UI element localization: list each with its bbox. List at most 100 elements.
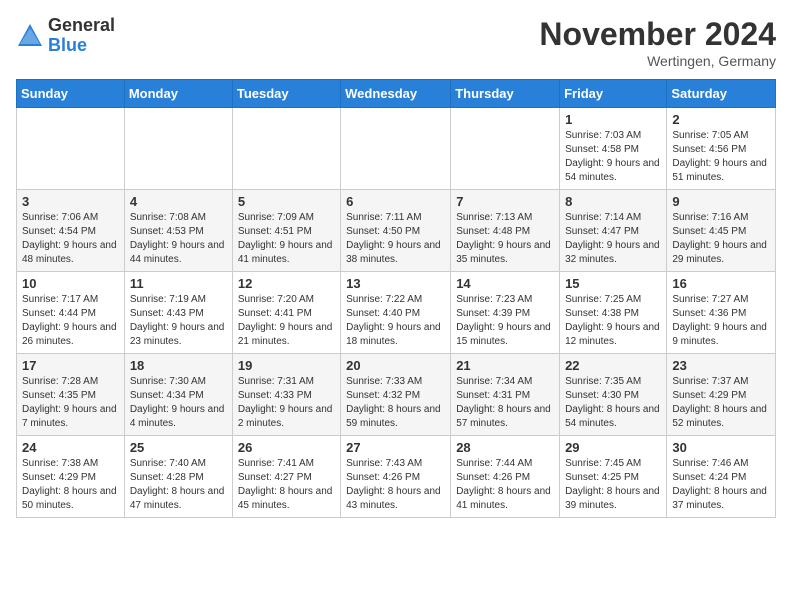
day-number: 4 (130, 194, 227, 209)
table-row: 19 Sunrise: 7:31 AM Sunset: 4:33 PM Dayli… (232, 354, 340, 436)
header-sunday: Sunday (17, 80, 125, 108)
table-row: 21Sunrise: 7:34 AM Sunset: 4:31 PM Dayli… (451, 354, 560, 436)
day-info: Sunrise: 7:08 AM Sunset: 4:53 PM Dayligh… (130, 211, 227, 267)
table-row: 26 Sunrise: 7:41 AM Sunset: 4:27 PM Dayli… (232, 436, 340, 518)
day-number: 7 (456, 194, 554, 209)
day-info: Sunrise: 7:23 AM Sunset: 4:39 PM Dayligh… (456, 293, 554, 349)
weekday-header-row: Sunday Monday Tuesday Wednesday Thursday… (17, 80, 776, 108)
header-wednesday: Wednesday (341, 80, 451, 108)
logo-icon (16, 22, 44, 50)
day-number: 17 (22, 358, 119, 373)
day-number: 21 (456, 358, 554, 373)
table-row: 10 Sunrise: 7:17 AM Sunset: 4:44 PM Dayli… (17, 272, 125, 354)
location-label: Wertingen, Germany (539, 53, 776, 69)
day-number: 11 (130, 276, 227, 291)
day-info: Sunrise: 7:38 AM Sunset: 4:29 PM Dayligh… (22, 457, 119, 513)
table-row: 8 Sunrise: 7:14 AM Sunset: 4:47 PM Daylig… (560, 190, 667, 272)
day-info: Sunrise: 7:44 AM Sunset: 4:26 PM Dayligh… (456, 457, 554, 513)
logo-text: General Blue (48, 16, 115, 56)
day-info: Sunrise: 7:33 AM Sunset: 4:32 PM Dayligh… (346, 375, 445, 431)
table-row: 27 Sunrise: 7:43 AM Sunset: 4:26 PM Dayli… (341, 436, 451, 518)
day-info: Sunrise: 7:03 AM Sunset: 4:58 PM Dayligh… (565, 129, 661, 185)
header-saturday: Saturday (667, 80, 776, 108)
day-number: 25 (130, 440, 227, 455)
day-number: 8 (565, 194, 661, 209)
table-row: 22Sunrise: 7:35 AM Sunset: 4:30 PM Dayli… (560, 354, 667, 436)
day-number: 27 (346, 440, 445, 455)
day-info: Sunrise: 7:06 AM Sunset: 4:54 PM Dayligh… (22, 211, 119, 267)
day-number: 24 (22, 440, 119, 455)
day-info: Sunrise: 7:30 AM Sunset: 4:34 PM Dayligh… (130, 375, 227, 431)
day-number: 2 (672, 112, 770, 127)
table-row: 13Sunrise: 7:22 AM Sunset: 4:40 PM Dayli… (341, 272, 451, 354)
day-info: Sunrise: 7:13 AM Sunset: 4:48 PM Dayligh… (456, 211, 554, 267)
day-info: Sunrise: 7:43 AM Sunset: 4:26 PM Dayligh… (346, 457, 445, 513)
title-block: November 2024 Wertingen, Germany (539, 16, 776, 69)
table-row: 11 Sunrise: 7:19 AM Sunset: 4:43 PM Dayli… (124, 272, 232, 354)
table-row: 7 Sunrise: 7:13 AM Sunset: 4:48 PM Daylig… (451, 190, 560, 272)
day-number: 3 (22, 194, 119, 209)
day-info: Sunrise: 7:09 AM Sunset: 4:51 PM Dayligh… (238, 211, 335, 267)
table-row: 30 Sunrise: 7:46 AM Sunset: 4:24 PM Dayli… (667, 436, 776, 518)
calendar-week-row: 3 Sunrise: 7:06 AM Sunset: 4:54 PM Daylig… (17, 190, 776, 272)
day-number: 6 (346, 194, 445, 209)
day-number: 28 (456, 440, 554, 455)
day-info: Sunrise: 7:05 AM Sunset: 4:56 PM Dayligh… (672, 129, 770, 185)
header-thursday: Thursday (451, 80, 560, 108)
day-number: 9 (672, 194, 770, 209)
table-row (451, 108, 560, 190)
table-row (232, 108, 340, 190)
day-info: Sunrise: 7:27 AM Sunset: 4:36 PM Dayligh… (672, 293, 770, 349)
table-row: 14 Sunrise: 7:23 AM Sunset: 4:39 PM Dayli… (451, 272, 560, 354)
table-row: 20Sunrise: 7:33 AM Sunset: 4:32 PM Dayli… (341, 354, 451, 436)
day-info: Sunrise: 7:16 AM Sunset: 4:45 PM Dayligh… (672, 211, 770, 267)
header-tuesday: Tuesday (232, 80, 340, 108)
day-info: Sunrise: 7:22 AM Sunset: 4:40 PM Dayligh… (346, 293, 445, 349)
day-number: 18 (130, 358, 227, 373)
day-info: Sunrise: 7:17 AM Sunset: 4:44 PM Dayligh… (22, 293, 119, 349)
day-info: Sunrise: 7:25 AM Sunset: 4:38 PM Dayligh… (565, 293, 661, 349)
day-number: 15 (565, 276, 661, 291)
day-number: 14 (456, 276, 554, 291)
logo: General Blue (16, 16, 115, 56)
table-row: 23Sunrise: 7:37 AM Sunset: 4:29 PM Dayli… (667, 354, 776, 436)
table-row (341, 108, 451, 190)
table-row: 17 Sunrise: 7:28 AM Sunset: 4:35 PM Dayli… (17, 354, 125, 436)
logo-blue-label: Blue (48, 36, 115, 56)
table-row: 18 Sunrise: 7:30 AM Sunset: 4:34 PM Dayli… (124, 354, 232, 436)
table-row: 2 Sunrise: 7:05 AM Sunset: 4:56 PM Daylig… (667, 108, 776, 190)
table-row: 12Sunrise: 7:20 AM Sunset: 4:41 PM Dayli… (232, 272, 340, 354)
header-friday: Friday (560, 80, 667, 108)
day-info: Sunrise: 7:41 AM Sunset: 4:27 PM Dayligh… (238, 457, 335, 513)
day-info: Sunrise: 7:19 AM Sunset: 4:43 PM Dayligh… (130, 293, 227, 349)
day-number: 19 (238, 358, 335, 373)
table-row: 28 Sunrise: 7:44 AM Sunset: 4:26 PM Dayli… (451, 436, 560, 518)
calendar-week-row: 10 Sunrise: 7:17 AM Sunset: 4:44 PM Dayli… (17, 272, 776, 354)
table-row: 25 Sunrise: 7:40 AM Sunset: 4:28 PM Dayli… (124, 436, 232, 518)
day-number: 30 (672, 440, 770, 455)
table-row: 5Sunrise: 7:09 AM Sunset: 4:51 PM Daylig… (232, 190, 340, 272)
table-row: 15 Sunrise: 7:25 AM Sunset: 4:38 PM Dayli… (560, 272, 667, 354)
day-info: Sunrise: 7:28 AM Sunset: 4:35 PM Dayligh… (22, 375, 119, 431)
table-row (124, 108, 232, 190)
calendar-table: Sunday Monday Tuesday Wednesday Thursday… (16, 79, 776, 518)
table-row: 6Sunrise: 7:11 AM Sunset: 4:50 PM Daylig… (341, 190, 451, 272)
table-row: 24 Sunrise: 7:38 AM Sunset: 4:29 PM Dayli… (17, 436, 125, 518)
day-info: Sunrise: 7:40 AM Sunset: 4:28 PM Dayligh… (130, 457, 227, 513)
calendar-week-row: 24 Sunrise: 7:38 AM Sunset: 4:29 PM Dayli… (17, 436, 776, 518)
table-row: 16 Sunrise: 7:27 AM Sunset: 4:36 PM Dayli… (667, 272, 776, 354)
logo-general-label: General (48, 16, 115, 36)
table-row (17, 108, 125, 190)
month-title: November 2024 (539, 16, 776, 53)
page-header: General Blue November 2024 Wertingen, Ge… (16, 16, 776, 69)
day-number: 10 (22, 276, 119, 291)
table-row: 29Sunrise: 7:45 AM Sunset: 4:25 PM Dayli… (560, 436, 667, 518)
day-number: 16 (672, 276, 770, 291)
day-number: 26 (238, 440, 335, 455)
day-info: Sunrise: 7:31 AM Sunset: 4:33 PM Dayligh… (238, 375, 335, 431)
day-info: Sunrise: 7:46 AM Sunset: 4:24 PM Dayligh… (672, 457, 770, 513)
day-info: Sunrise: 7:35 AM Sunset: 4:30 PM Dayligh… (565, 375, 661, 431)
day-info: Sunrise: 7:14 AM Sunset: 4:47 PM Dayligh… (565, 211, 661, 267)
day-info: Sunrise: 7:20 AM Sunset: 4:41 PM Dayligh… (238, 293, 335, 349)
table-row: 9 Sunrise: 7:16 AM Sunset: 4:45 PM Daylig… (667, 190, 776, 272)
